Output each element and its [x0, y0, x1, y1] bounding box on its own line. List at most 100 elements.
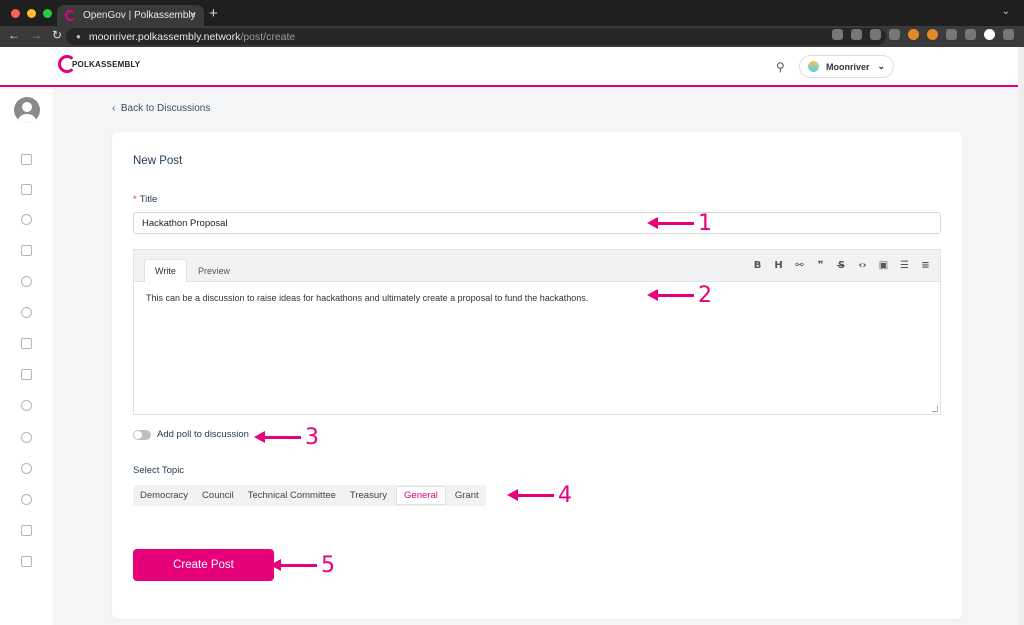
topic-technical-committee[interactable]: Technical Committee [241, 486, 343, 505]
gavel-icon[interactable] [21, 369, 32, 380]
strikethrough-icon[interactable]: S̶ [835, 260, 848, 271]
forward-arrow-icon[interactable]: → [30, 28, 42, 42]
extension-icon[interactable] [908, 29, 919, 40]
proposals-icon[interactable] [21, 463, 32, 474]
motions-icon[interactable] [21, 338, 32, 349]
annotation-number: 4 [558, 483, 572, 508]
code-icon[interactable]: ‹› [856, 260, 869, 271]
heading-icon[interactable]: H [772, 260, 785, 271]
image-icon[interactable]: ▣ [877, 260, 890, 271]
browser-toolbar-icons [832, 29, 1014, 40]
tips-icon[interactable] [21, 400, 32, 411]
annotation-number: 5 [321, 553, 335, 578]
back-to-discussions-link[interactable]: ‹ Back to Discussions [112, 103, 210, 114]
annotation-arrow-icon [254, 431, 301, 443]
link-icon[interactable]: ⚯ [793, 260, 806, 271]
tab-write[interactable]: Write [144, 259, 187, 282]
bounties-icon[interactable] [21, 432, 32, 443]
minimize-window-button[interactable] [27, 9, 36, 18]
back-link-label: Back to Discussions [120, 103, 211, 114]
tab-search-chevron-icon[interactable]: ⌄ [1002, 6, 1010, 17]
topic-general[interactable]: General [396, 486, 446, 505]
annotation-arrow-icon [647, 217, 694, 229]
topic-grant[interactable]: Grant [448, 486, 486, 505]
poll-toggle-switch[interactable] [133, 429, 151, 440]
address-bar-row: ← → ↻ ● moonriver.polkassembly.network/p… [0, 26, 1024, 47]
topic-council[interactable]: Council [195, 486, 241, 505]
discussions-icon[interactable] [21, 184, 32, 195]
overview-icon[interactable] [21, 154, 32, 165]
ordered-list-icon[interactable]: ☰ [898, 260, 911, 271]
bold-icon[interactable]: B [751, 260, 764, 271]
menu-kebab-icon[interactable] [1003, 29, 1014, 40]
annotation-4: 4 [507, 483, 572, 508]
profile-icon[interactable] [984, 29, 995, 40]
page-scrollbar[interactable] [1018, 47, 1024, 625]
members-icon[interactable] [21, 525, 32, 536]
sidebar [0, 89, 53, 625]
preimages-icon[interactable] [21, 494, 32, 505]
editor-textarea[interactable]: This can be a discussion to raise ideas … [146, 293, 588, 303]
tab-preview[interactable]: Preview [188, 259, 240, 282]
unordered-list-icon[interactable]: ≡ [919, 260, 932, 271]
navigation-buttons: ← → ↻ [8, 28, 62, 42]
chevron-down-icon: ⌄ [877, 61, 886, 71]
new-tab-button[interactable]: + [209, 5, 218, 22]
title-label: * Title [133, 194, 157, 205]
title-input[interactable]: Hackathon Proposal [133, 212, 941, 234]
referenda-icon[interactable] [21, 276, 32, 287]
editor-toolbar: Write Preview B H ⚯ ❞ S̶ ‹› ▣ ☰ ≡ [134, 250, 940, 282]
site-header: POLKASSEMBLY ⚲ Moonriver ⌄ [0, 47, 1024, 87]
chevron-left-icon: ‹ [112, 103, 121, 114]
poll-label: Add poll to discussion [157, 429, 249, 440]
share-icon[interactable] [870, 29, 881, 40]
polkassembly-logo[interactable]: POLKASSEMBLY [58, 55, 140, 73]
annotation-arrow-icon [507, 489, 554, 501]
topic-democracy[interactable]: Democracy [133, 486, 195, 505]
tab-title: OpenGov | Polkassembly [83, 10, 196, 21]
topic-treasury[interactable]: Treasury [343, 486, 394, 505]
close-tab-icon[interactable]: × [190, 9, 196, 21]
treasury-icon[interactable] [21, 214, 32, 225]
formatting-tools: B H ⚯ ❞ S̶ ‹› ▣ ☰ ≡ [751, 260, 932, 271]
sidebar-toggle-icon[interactable] [965, 29, 976, 40]
title-label-text: Title [139, 194, 158, 205]
window-controls [11, 9, 52, 18]
topic-selector: Democracy Council Technical Committee Tr… [133, 485, 486, 506]
annotation-3: 3 [254, 425, 319, 450]
tech-committee-icon[interactable] [21, 556, 32, 567]
lock-icon: ● [76, 32, 81, 41]
logo-text: POLKASSEMBLY [72, 59, 141, 69]
page-title: New Post [133, 155, 183, 167]
zoom-icon[interactable] [851, 29, 862, 40]
moonriver-icon [808, 61, 819, 72]
annotation-number: 1 [698, 211, 712, 236]
key-icon[interactable] [832, 29, 843, 40]
annotation-1: 1 [647, 211, 712, 236]
bookmark-star-icon[interactable] [889, 29, 900, 40]
url-path: /post/create [240, 30, 296, 43]
url-host: moonriver.polkassembly.network [88, 30, 241, 43]
quote-icon[interactable]: ❞ [814, 260, 827, 271]
back-arrow-icon[interactable]: ← [8, 28, 20, 42]
search-icon[interactable]: ⚲ [776, 60, 785, 74]
resize-handle-icon[interactable] [932, 406, 938, 412]
maximize-window-button[interactable] [43, 9, 52, 18]
annotation-5: 5 [270, 553, 335, 578]
close-window-button[interactable] [11, 9, 20, 18]
create-post-button[interactable]: Create Post [133, 549, 274, 581]
link-icon[interactable] [21, 307, 32, 318]
url-bar[interactable]: ● moonriver.polkassembly.network/post/cr… [66, 28, 886, 45]
add-poll-toggle-row[interactable]: Add poll to discussion [133, 429, 249, 440]
calendar-icon[interactable] [21, 245, 32, 256]
new-post-card: New Post * Title Hackathon Proposal Write… [112, 132, 962, 619]
browser-tab[interactable]: OpenGov | Polkassembly × [57, 5, 204, 26]
puzzle-extensions-icon[interactable] [946, 29, 957, 40]
metamask-icon[interactable] [927, 29, 938, 40]
annotation-arrow-icon [647, 289, 694, 301]
annotation-arrow-icon [270, 559, 317, 571]
reload-icon[interactable]: ↻ [52, 28, 62, 42]
network-selector[interactable]: Moonriver ⌄ [799, 55, 894, 78]
user-avatar-icon[interactable] [14, 97, 40, 123]
annotation-number: 3 [305, 425, 319, 450]
